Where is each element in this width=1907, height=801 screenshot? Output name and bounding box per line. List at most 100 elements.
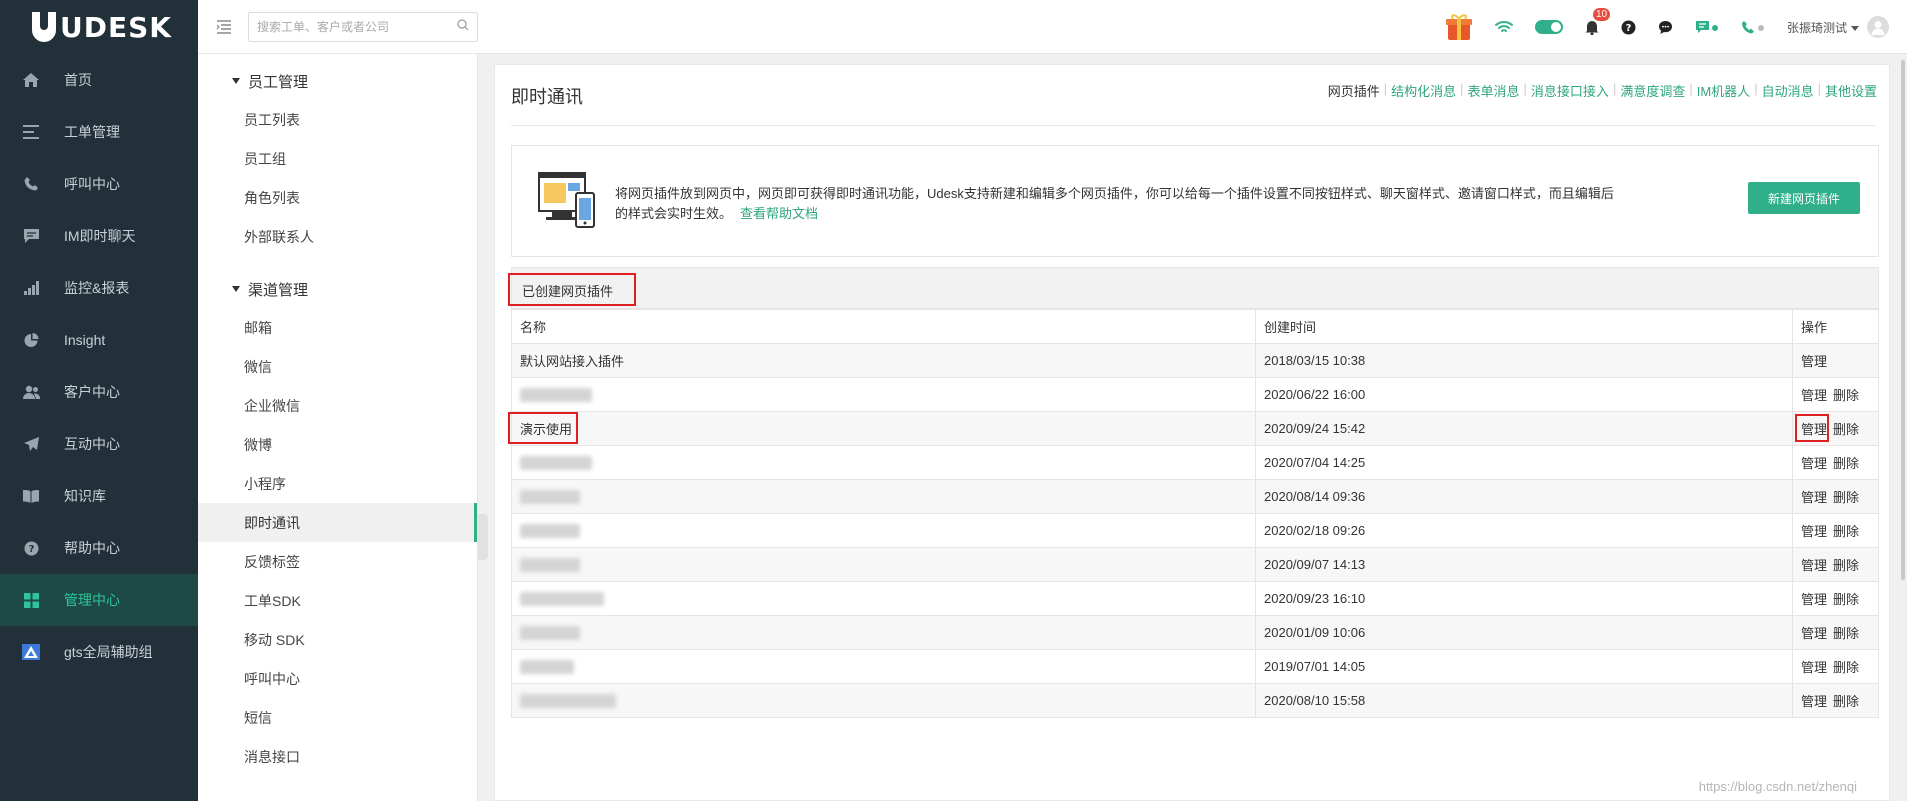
notification-bell-icon[interactable]: 10 [1585,0,1611,54]
new-plugin-button[interactable]: 新建网页插件 [1748,182,1860,214]
help-doc-link[interactable]: 查看帮助文档 [740,206,818,221]
delete-button[interactable]: 删除 [1833,660,1859,675]
delete-button[interactable]: 删除 [1833,558,1859,573]
manage-button[interactable]: 管理 [1801,354,1827,369]
grid-icon [22,591,40,609]
sidebar-item-2[interactable]: 呼叫中心 [0,158,198,210]
submenu-group-title[interactable]: 员工管理 [198,66,477,96]
caret-down-icon[interactable] [1851,20,1859,35]
submenu-item[interactable]: 微博 [198,425,477,464]
nav-link[interactable]: 表单消息 [1468,81,1520,100]
sidebar-item-10[interactable]: 管理中心 [0,574,198,626]
cell-created-time: 2020/07/04 14:25 [1255,445,1793,480]
delete-button[interactable]: 删除 [1833,626,1859,641]
submenu-item[interactable]: 小程序 [198,464,477,503]
sidebar-item-6[interactable]: 客户中心 [0,366,198,418]
submenu-group-label: 员工管理 [248,73,309,91]
sidebar-item-11[interactable]: gts全局辅助组 [0,626,198,678]
submenu-item[interactable]: 即时通讯 [198,503,477,542]
submenu-item[interactable]: 邮箱 [198,308,477,347]
cell-name [511,513,1256,548]
plugin-table: 名称 创建时间 操作 默认网站接入插件 2018/03/15 10:38 管理 202… [508,309,1879,718]
submenu-item[interactable]: 移动 SDK [198,620,477,659]
intro-panel: 将网页插件放到网页中，网页即可获得即时通讯功能，Udesk支持新建和编辑多个网页… [511,145,1879,257]
sidebar-item-7[interactable]: 互动中心 [0,418,198,470]
delete-button[interactable]: 删除 [1833,388,1859,403]
submenu-item[interactable]: 工单SDK [198,581,477,620]
plugin-name[interactable]: 默认网站接入插件 [520,354,624,369]
sidebar-item-8[interactable]: 知识库 [0,470,198,522]
manage-button[interactable]: 管理 [1801,592,1827,607]
sidebar-item-5[interactable]: Insight [0,314,198,366]
manage-button[interactable]: 管理 [1801,456,1827,471]
link-separator: | [1383,81,1388,96]
avatar[interactable] [1867,16,1889,38]
sidebar-item-3[interactable]: IM即时聊天 [0,210,198,262]
nav-link[interactable]: 网页插件 [1328,81,1380,100]
manage-button[interactable]: 管理 [1801,626,1827,641]
search-input[interactable] [257,19,457,34]
submenu-item[interactable]: 员工列表 [198,100,477,139]
manage-button[interactable]: 管理 [1801,524,1827,539]
help-circle-icon[interactable]: ? [1621,0,1636,54]
search-icon[interactable] [457,19,469,34]
submenu-item[interactable]: 微信 [198,347,477,386]
list-icon [22,123,40,141]
submenu-item[interactable]: 员工组 [198,139,477,178]
table-row: 2020/08/10 15:58 管理 删除 [511,683,1879,718]
cell-name [511,581,1256,616]
cell-actions: 管理 删除 [1792,615,1879,650]
delete-button[interactable]: 删除 [1833,592,1859,607]
delete-button[interactable]: 删除 [1833,490,1859,505]
submenu-item[interactable]: 企业微信 [198,386,477,425]
submenu-item[interactable]: 反馈标签 [198,542,477,581]
menu-toggle-icon[interactable] [214,17,234,37]
page-scrollbar[interactable] [1901,60,1905,580]
link-separator: | [1612,81,1617,96]
delete-button[interactable]: 删除 [1833,694,1859,709]
im-status-icon[interactable] [1695,0,1719,54]
nav-link[interactable]: 其他设置 [1825,81,1877,100]
nav-link[interactable]: 结构化消息 [1391,81,1456,100]
table-row: 2020/09/23 16:10 管理 删除 [511,581,1879,616]
sidebar-item-label: 互动中心 [64,436,120,452]
cell-created-time: 2020/01/09 10:06 [1255,615,1793,650]
submenu-item[interactable]: 消息接口 [198,737,477,776]
nav-link[interactable]: IM机器人 [1697,81,1750,100]
nav-link[interactable]: 消息接口接入 [1531,81,1609,100]
cell-name [511,683,1256,718]
cell-name [511,649,1256,684]
delete-button[interactable]: 删除 [1833,524,1859,539]
cell-actions: 管理 删除 [1792,581,1879,616]
sidebar-item-0[interactable]: 首页 [0,54,198,106]
sidebar-item-4[interactable]: 监控&报表 [0,262,198,314]
manage-button[interactable]: 管理 [1801,558,1827,573]
manage-button[interactable]: 管理 [1801,490,1827,505]
manage-button[interactable]: 管理 [1801,388,1827,403]
submenu-item[interactable]: 呼叫中心 [198,659,477,698]
svg-text:?: ? [28,544,34,555]
user-name[interactable]: 张振琦测试 [1787,19,1847,36]
gift-icon[interactable] [1445,0,1473,54]
wifi-icon[interactable] [1494,0,1513,54]
manage-button[interactable]: 管理 [1801,660,1827,675]
manage-button[interactable]: 管理 [1801,694,1827,709]
nav-link[interactable]: 自动消息 [1762,81,1814,100]
online-toggle[interactable] [1534,0,1563,54]
phone-status-icon[interactable] [1741,0,1765,54]
sidebar-item-1[interactable]: 工单管理 [0,106,198,158]
home-icon [22,71,40,89]
submenu-item[interactable]: 角色列表 [198,178,477,217]
delete-button[interactable]: 删除 [1833,422,1859,437]
sidebar-item-9[interactable]: ? 帮助中心 [0,522,198,574]
submenu-group-title[interactable]: 渠道管理 [198,274,477,304]
message-bubble-icon[interactable] [1658,0,1673,54]
submenu-item[interactable]: 外部联系人 [198,217,477,256]
collapse-handle[interactable] [478,514,488,560]
nav-link[interactable]: 满意度调查 [1620,81,1685,100]
cell-actions: 管理 删除 [1792,479,1879,514]
sidebar-item-label: 监控&报表 [64,280,130,296]
udesk-logo[interactable]: UDESK [0,0,198,54]
delete-button[interactable]: 删除 [1833,456,1859,471]
submenu-item[interactable]: 短信 [198,698,477,737]
